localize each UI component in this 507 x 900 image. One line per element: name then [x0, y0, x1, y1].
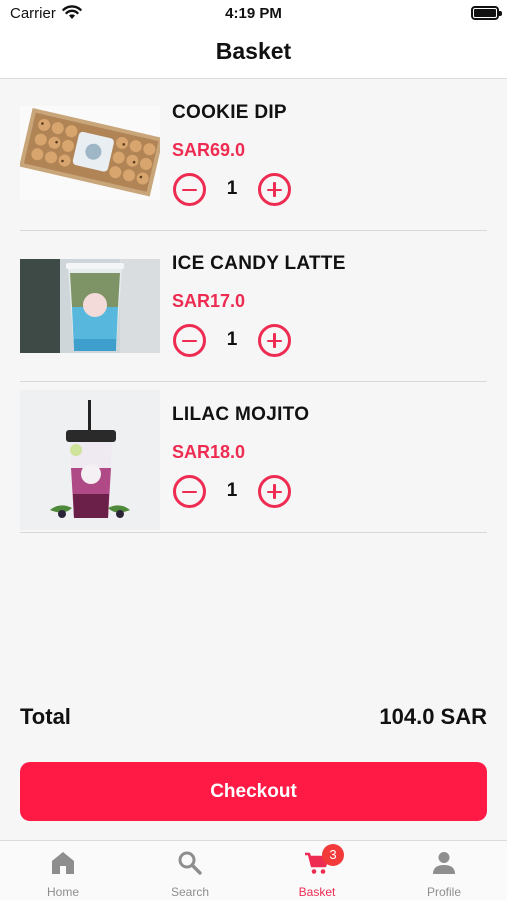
decrease-quantity-button[interactable]	[173, 475, 206, 508]
quantity-value: 1	[226, 480, 238, 501]
tab-label: Basket	[298, 885, 336, 899]
item-thumbnail	[20, 259, 160, 353]
tab-home[interactable]: Home	[0, 841, 126, 900]
person-icon	[433, 852, 455, 874]
tab-search[interactable]: Search	[127, 841, 253, 900]
quantity-value: 1	[226, 329, 238, 350]
basket-item: COOKIE DIP SAR69.0 1	[20, 79, 487, 231]
basket-item: ICE CANDY LATTE SAR17.0 1	[20, 230, 487, 382]
tab-label: Profile	[426, 885, 461, 899]
item-name: COOKIE DIP	[172, 102, 287, 123]
total-value: 104.0 SAR	[379, 704, 487, 729]
item-name: LILAC MOJITO	[172, 404, 310, 425]
navigation-bar: Basket	[0, 28, 507, 79]
page-title: Basket	[215, 38, 292, 64]
tab-label: Search	[170, 885, 210, 899]
quantity-value: 1	[226, 178, 238, 199]
increase-quantity-button[interactable]	[258, 173, 291, 206]
tab-basket[interactable]: 3 Basket	[254, 841, 380, 900]
tab-profile[interactable]: Profile	[381, 841, 507, 900]
tab-bar: Home Search 3 Basket Profile	[0, 840, 507, 900]
decrease-quantity-button[interactable]	[173, 173, 206, 206]
item-price: SAR17.0	[172, 291, 246, 311]
checkout-button[interactable]: Checkout	[20, 762, 487, 821]
total-label: Total	[20, 704, 71, 729]
item-thumbnail	[20, 390, 160, 530]
basket-item: LILAC MOJITO SAR18.0 1	[20, 381, 487, 533]
home-icon	[52, 852, 74, 874]
increase-quantity-button[interactable]	[258, 324, 291, 357]
status-time: 4:19 PM	[225, 5, 282, 22]
tab-label: Home	[46, 885, 79, 899]
search-icon	[178, 851, 202, 875]
decrease-quantity-button[interactable]	[173, 324, 206, 357]
item-price: SAR69.0	[172, 140, 246, 160]
cart-count-badge: 3	[322, 844, 344, 866]
item-price: SAR18.0	[172, 442, 246, 462]
increase-quantity-button[interactable]	[258, 475, 291, 508]
status-bar: Carrier 4:19 PM	[0, 0, 507, 28]
battery-icon	[471, 6, 502, 20]
item-thumbnail	[20, 106, 160, 200]
item-name: ICE CANDY LATTE	[172, 253, 346, 274]
